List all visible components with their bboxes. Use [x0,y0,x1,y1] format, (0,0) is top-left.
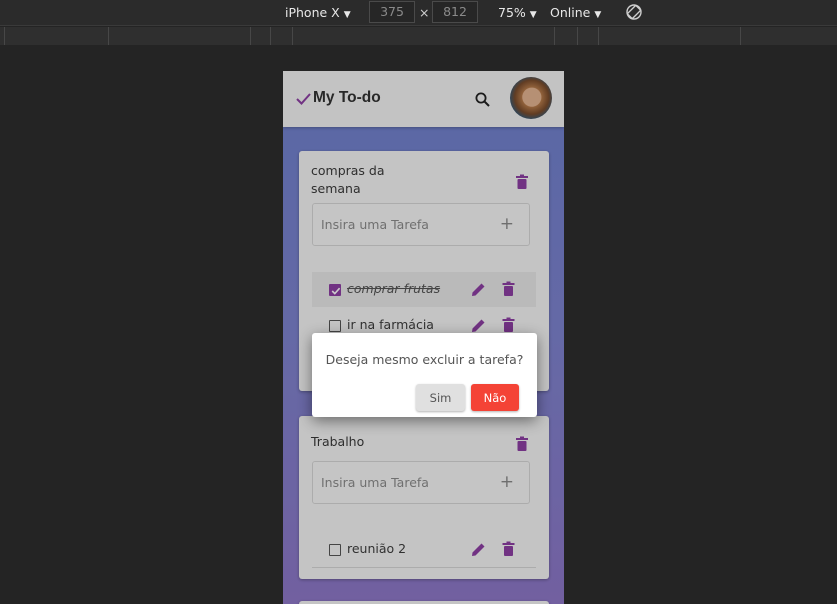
caret-down-icon: ▼ [343,10,351,20]
media-query-ruler [0,27,837,45]
network-label: Online [550,5,591,20]
caret-down-icon: ▼ [529,10,537,20]
devtools-toolbar: iPhone X ▼ 375 × 812 75% ▼ Online ▼ [0,0,837,26]
confirm-no-button[interactable]: Não [471,384,519,411]
zoom-label: 75% [498,5,526,20]
dialog-message: Deseja mesmo excluir a tarefa? [325,352,524,367]
network-select[interactable]: Online ▼ [550,5,601,20]
caret-down-icon: ▼ [594,10,602,20]
height-input[interactable]: 812 [432,1,478,23]
dimension-separator: × [419,5,430,20]
confirm-yes-button[interactable]: Sim [416,384,465,411]
device-label: iPhone X [285,5,340,20]
confirm-dialog: Deseja mesmo excluir a tarefa? Sim Não [312,333,537,417]
zoom-select[interactable]: 75% ▼ [498,5,537,20]
rotate-icon[interactable] [624,2,644,22]
device-select[interactable]: iPhone X ▼ [285,5,351,20]
width-input[interactable]: 375 [369,1,415,23]
